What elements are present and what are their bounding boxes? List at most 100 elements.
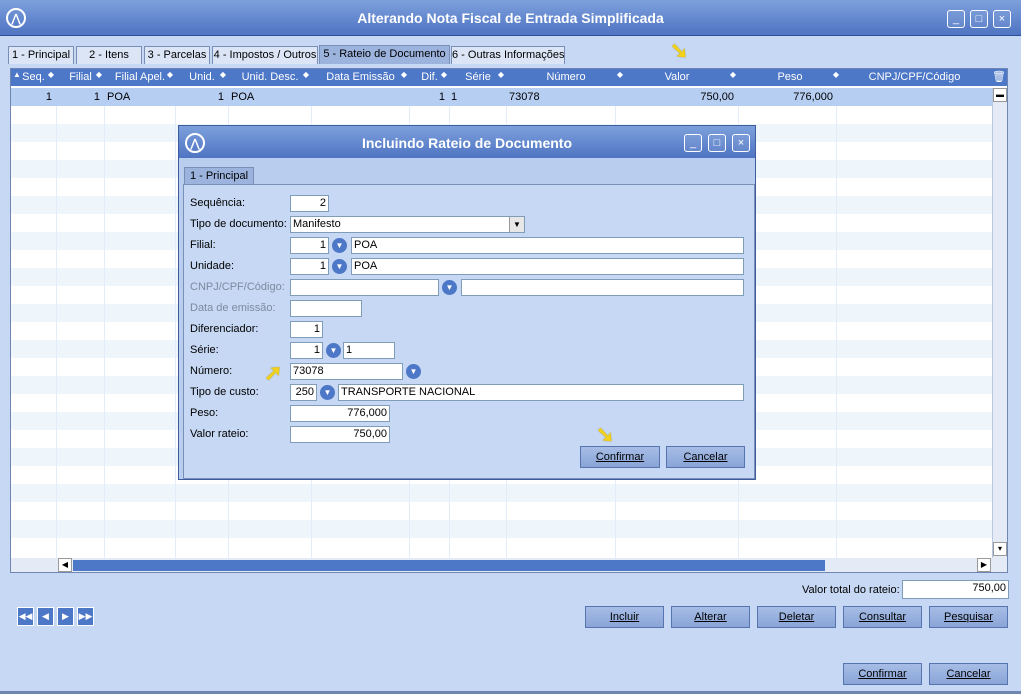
highlight-arrow-icon: ➘	[670, 38, 689, 63]
cell-unid-desc: POA	[231, 91, 255, 103]
pesquisar-button[interactable]: Pesquisar	[929, 606, 1008, 628]
scroll-up-icon[interactable]: ▬	[993, 88, 1007, 102]
dialog-title-bar: ⋀ Incluindo Rateio de Documento _ □ ×	[179, 126, 755, 158]
cancel-button[interactable]: Cancelar	[666, 446, 745, 468]
grid-header: ▲ Seq. ◆ Filial ◆ Filial Apel. ◆ Unid. ◆ Unid…	[11, 69, 1007, 86]
lookup-icon[interactable]: ▼	[406, 364, 421, 379]
tab-label: 1 - Principal	[11, 49, 71, 61]
tipo-documento-select[interactable]: Manifesto ▼	[290, 216, 525, 233]
tab-rateio[interactable]: 5 - Rateio de Documento	[319, 45, 450, 64]
tab-label: 2 - Itens	[89, 49, 129, 61]
table-row[interactable]: 1 1 POA 1 POA 1 1 73078 750,00 776,000	[11, 88, 993, 106]
col-label: Filial Apel.	[114, 71, 166, 83]
col-seq[interactable]: ▲ Seq. ◆	[11, 69, 56, 86]
diferenciador-field[interactable]: 1	[290, 321, 323, 338]
cell-unid: 1	[217, 91, 224, 103]
col-numero[interactable]: Número ◆	[507, 69, 625, 86]
unidade-desc-field[interactable]: POA	[351, 258, 744, 275]
col-label: Peso	[777, 71, 803, 83]
grid-divider	[836, 88, 837, 558]
unidade-code-field[interactable]: 1	[290, 258, 329, 275]
dialog-tab-principal[interactable]: 1 - Principal	[184, 167, 254, 185]
sort-icon: ◆	[166, 70, 173, 79]
sort-icon: ◆	[95, 70, 102, 79]
prev-icon[interactable]: ◀	[37, 607, 54, 626]
tab-outras[interactable]: 6 - Outras Informações	[451, 46, 565, 64]
first-icon[interactable]: ◀◀	[17, 607, 34, 626]
tipo-custo-desc-field[interactable]: TRANSPORTE NACIONAL	[338, 384, 744, 401]
last-icon[interactable]: ▶▶	[77, 607, 94, 626]
col-cnpj[interactable]: CNPJ/CPF/Código	[842, 69, 987, 86]
col-filial[interactable]: Filial ◆	[57, 69, 104, 86]
valor-rateio-field[interactable]: 750,00	[290, 426, 390, 443]
cnpj-label: CNPJ/CPF/Código:	[190, 281, 285, 293]
tipo-documento-value: Manifesto	[293, 218, 341, 230]
cell-filial-apel: POA	[107, 91, 131, 103]
confirm-button[interactable]: Confirmar	[580, 446, 660, 468]
tab-itens[interactable]: 2 - Itens	[76, 46, 142, 64]
peso-field[interactable]: 776,000	[290, 405, 390, 422]
col-unid-desc[interactable]: Unid. Desc. ◆	[229, 69, 311, 86]
tab-label: 1 - Principal	[189, 170, 249, 182]
minimize-icon[interactable]: _	[684, 134, 702, 152]
tab-impostos[interactable]: 4 - Impostos / Outros	[212, 46, 318, 64]
data-emissao-field[interactable]	[290, 300, 362, 317]
scroll-left-icon[interactable]: ◀	[58, 558, 72, 572]
horizontal-scrollbar[interactable]: ◀ ▶	[11, 558, 1007, 572]
sort-icon: ◆	[729, 70, 736, 79]
col-data-emissao[interactable]: Data Emissão ◆	[312, 69, 409, 86]
tipo-custo-code-field[interactable]: 250	[290, 384, 317, 401]
scroll-right-icon[interactable]: ▶	[977, 558, 991, 572]
sequencia-label: Sequência:	[190, 197, 246, 209]
tab-principal[interactable]: 1 - Principal	[8, 46, 74, 64]
cell-numero: 73078	[509, 91, 540, 103]
trash-icon[interactable]: 🗑	[991, 69, 1007, 86]
lookup-icon[interactable]: ▼	[332, 238, 347, 253]
maximize-icon[interactable]: □	[708, 134, 726, 152]
lookup-icon[interactable]: ▼	[320, 385, 335, 400]
numero-field[interactable]: 73078	[290, 363, 403, 380]
deletar-button[interactable]: Deletar	[757, 606, 836, 628]
sort-icon: ◆	[400, 70, 407, 79]
chevron-down-icon[interactable]: ▼	[509, 217, 524, 232]
grid-empty-row	[11, 520, 993, 538]
sequencia-field[interactable]: 2	[290, 195, 329, 212]
lookup-icon[interactable]: ▼	[332, 259, 347, 274]
numero-label: Número:	[190, 365, 233, 377]
filial-desc-field[interactable]: POA	[351, 237, 744, 254]
sort-icon: ◆	[497, 70, 504, 79]
lookup-icon[interactable]: ▼	[326, 343, 341, 358]
minimize-icon[interactable]: _	[947, 10, 965, 28]
filial-code-field[interactable]: 1	[290, 237, 329, 254]
serie-code-field[interactable]: 1	[290, 342, 323, 359]
cnpj-desc-field[interactable]	[461, 279, 744, 296]
cell-seq: 1	[45, 91, 52, 103]
incluir-button[interactable]: Incluir	[585, 606, 664, 628]
col-filial-apel[interactable]: Filial Apel. ◆	[105, 69, 175, 86]
col-dif[interactable]: Dif. ◆	[410, 69, 449, 86]
cell-serie: 1	[451, 91, 458, 103]
col-unid[interactable]: Unid. ◆	[176, 69, 228, 86]
window-title-bar: ⋀ Alterando Nota Fiscal de Entrada Simpl…	[0, 0, 1021, 36]
col-serie[interactable]: Série ◆	[450, 69, 506, 86]
dialog-title: Incluindo Rateio de Documento	[361, 135, 572, 151]
cnpj-field[interactable]	[290, 279, 439, 296]
alterar-button[interactable]: Alterar	[671, 606, 750, 628]
scroll-thumb[interactable]	[73, 560, 825, 571]
tipo-documento-label: Tipo de documento:	[190, 218, 287, 230]
serie-field[interactable]: 1	[343, 342, 395, 359]
col-peso[interactable]: Peso ◆	[739, 69, 841, 86]
tab-parcelas[interactable]: 3 - Parcelas	[144, 46, 210, 64]
close-icon[interactable]: ×	[732, 134, 750, 152]
confirmar-button[interactable]: Confirmar	[843, 663, 922, 685]
next-icon[interactable]: ▶	[57, 607, 74, 626]
col-valor[interactable]: Valor ◆	[616, 69, 738, 86]
lookup-icon[interactable]: ▼	[442, 280, 457, 295]
consultar-button[interactable]: Consultar	[843, 606, 922, 628]
close-icon[interactable]: ×	[993, 10, 1011, 28]
col-label: Número	[546, 71, 586, 83]
cancelar-button[interactable]: Cancelar	[929, 663, 1008, 685]
maximize-icon[interactable]: □	[970, 10, 988, 28]
scroll-down-icon[interactable]: ▾	[993, 542, 1007, 556]
vertical-scrollbar[interactable]: ▬ ▾	[992, 88, 1007, 558]
